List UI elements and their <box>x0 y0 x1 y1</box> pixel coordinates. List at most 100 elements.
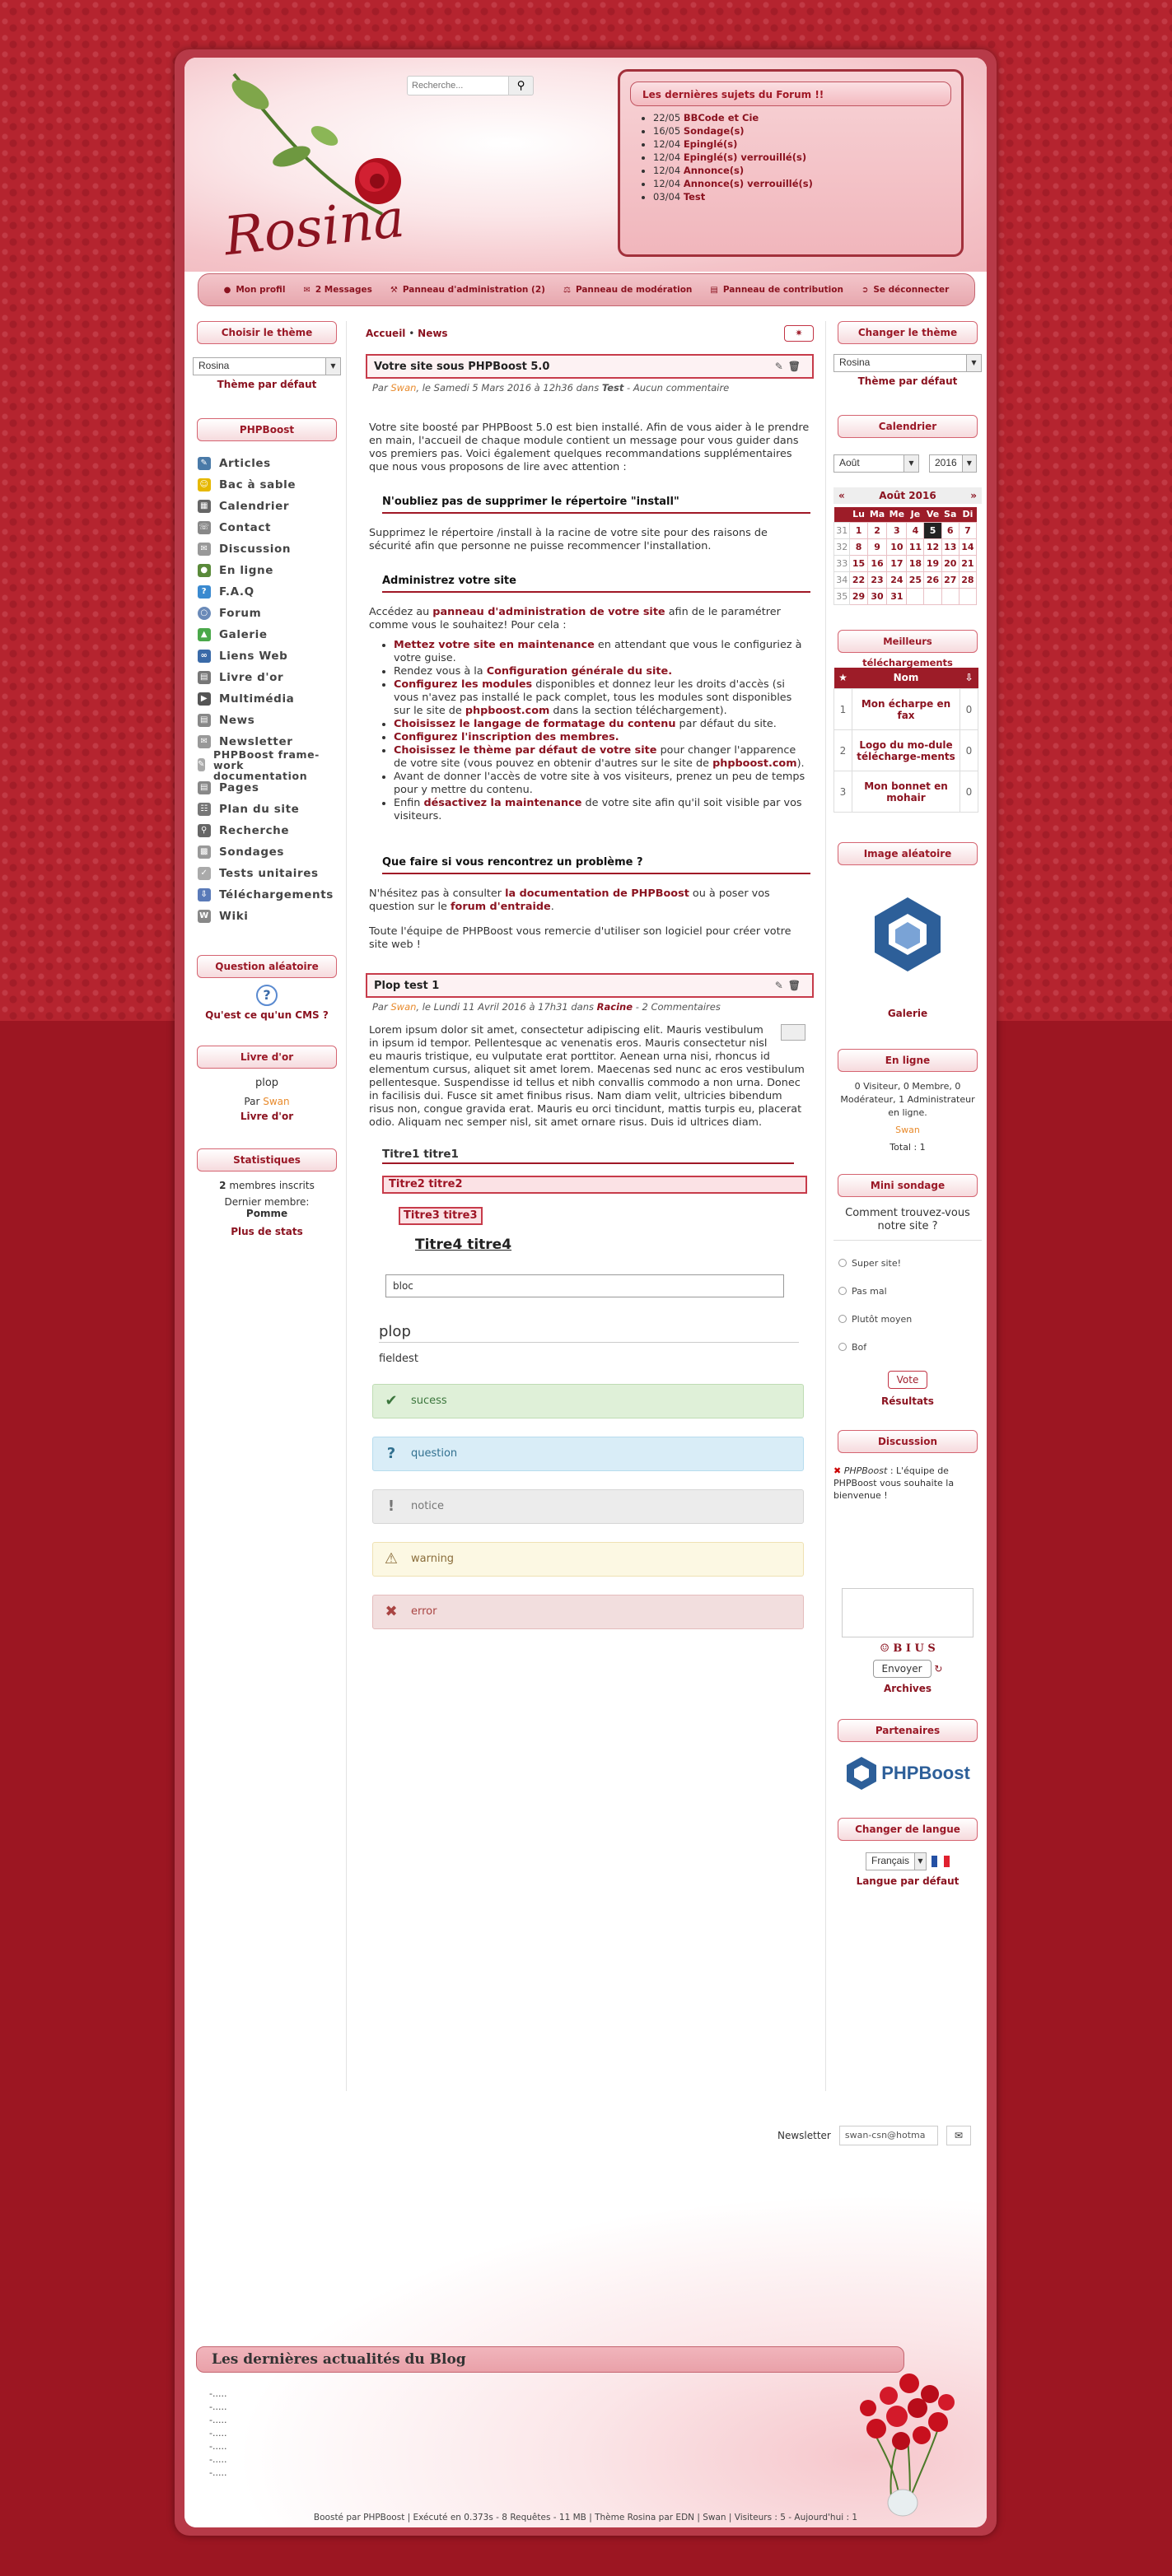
menu-item-wiki[interactable]: W Wiki <box>198 906 341 927</box>
menu-item-gallery[interactable]: ▲ Galerie <box>198 624 341 645</box>
menu-item-articles[interactable]: ✎ Articles <box>198 453 341 474</box>
blog-item[interactable]: -..... <box>209 2440 226 2453</box>
discussion-input[interactable] <box>842 1588 974 1637</box>
random-image[interactable] <box>833 893 982 978</box>
poll-option[interactable]: Super site! <box>838 1249 982 1277</box>
theme-default-link[interactable]: Thème par défaut <box>858 375 958 387</box>
calendar-day[interactable]: 21 <box>958 554 978 572</box>
calendar-day[interactable]: 23 <box>866 571 888 589</box>
author-link[interactable]: Swan <box>390 1001 416 1013</box>
calendar-day[interactable]: 9 <box>866 538 888 556</box>
format-toolbar[interactable]: ☺ B I U S <box>833 1642 982 1655</box>
download-link[interactable]: Logo du mo-dule télécharge-ments <box>852 729 960 771</box>
calendar-day[interactable]: 10 <box>886 538 908 556</box>
forum-topic-link[interactable]: Sondage(s) <box>684 125 745 137</box>
nav-messages[interactable]: ✉ 2 Messages <box>303 285 371 295</box>
documentation-link[interactable]: la documentation de PHPBoost <box>505 887 689 900</box>
newsletter-email-input[interactable]: swan-csn@hotma <box>838 2126 938 2145</box>
calendar-day[interactable]: 2 <box>866 521 888 539</box>
calendar-day[interactable]: 6 <box>941 521 960 539</box>
prev-month-button[interactable]: « <box>838 490 845 501</box>
blog-item[interactable]: -..... <box>209 2414 226 2427</box>
blog-item[interactable]: -..... <box>209 2427 226 2440</box>
calendar-day[interactable]: 11 <box>906 538 925 556</box>
gallery-link[interactable]: Galerie <box>888 1008 927 1019</box>
author-link[interactable]: Swan <box>390 382 416 394</box>
menu-item-weblinks[interactable]: ∞ Liens Web <box>198 645 341 667</box>
menu-item-online[interactable]: ● En ligne <box>198 560 341 581</box>
menu-item-contact[interactable]: ☏ Contact <box>198 517 341 538</box>
calendar-day[interactable]: 19 <box>923 554 942 572</box>
question-link[interactable]: Qu'est ce qu'un CMS ? <box>205 1009 329 1021</box>
stats-last-name[interactable]: Pomme <box>193 1208 341 1219</box>
link[interactable]: Configuration générale du site. <box>487 665 672 678</box>
link[interactable]: Configurez l'inscription des membres. <box>394 731 619 743</box>
menu-item-guestbook[interactable]: ▤ Livre d'or <box>198 667 341 688</box>
calendar-day[interactable]: 20 <box>941 554 960 572</box>
calendar-day[interactable]: 26 <box>923 571 942 589</box>
menu-item-tests[interactable]: ✓ Tests unitaires <box>198 863 341 884</box>
calendar-day[interactable]: 12 <box>923 538 942 556</box>
poll-option[interactable]: Bof <box>838 1333 982 1361</box>
calendar-day[interactable]: 7 <box>958 521 978 539</box>
nav-contribution[interactable]: ▤ Panneau de contribution <box>710 285 843 295</box>
stats-more-link[interactable]: Plus de stats <box>231 1226 303 1237</box>
blog-item[interactable]: -..... <box>209 2387 226 2401</box>
nav-moderation[interactable]: ⚖ Panneau de modération <box>563 285 692 295</box>
forum-topic-link[interactable]: Epinglé(s) <box>684 138 738 150</box>
newsletter-submit-button[interactable]: ✉ <box>946 2126 971 2145</box>
menu-item-search[interactable]: ⚲ Recherche <box>198 820 341 841</box>
link[interactable]: Choisissez le langage de formatage du co… <box>394 718 675 730</box>
blog-item[interactable]: -..... <box>209 2467 226 2480</box>
blog-item[interactable]: -..... <box>209 2453 226 2467</box>
online-user[interactable]: Swan <box>833 1125 982 1135</box>
search-input[interactable] <box>407 76 509 95</box>
poll-option[interactable]: Pas mal <box>838 1277 982 1305</box>
calendar-day[interactable]: 27 <box>941 571 960 589</box>
link[interactable]: Mettez votre site en maintenance <box>394 639 595 651</box>
calendar-day[interactable]: 31 <box>886 587 908 605</box>
radio-button[interactable] <box>838 1343 847 1351</box>
settings-button[interactable]: ✷ <box>784 325 814 342</box>
next-month-button[interactable]: » <box>970 490 977 501</box>
theme-select[interactable]: Rosina ▼ <box>833 354 982 372</box>
menu-item-forum[interactable]: ○ Forum <box>198 603 341 624</box>
menu-item-sandbox[interactable]: ☺ Bac à sable <box>198 474 341 496</box>
calendar-day[interactable]: 18 <box>906 554 925 572</box>
delete-icon[interactable]: ✖ <box>833 1465 841 1476</box>
archives-link[interactable]: Archives <box>884 1683 932 1694</box>
nav-profile[interactable]: ● Mon profil <box>224 285 286 295</box>
blog-item[interactable]: -..... <box>209 2401 226 2414</box>
menu-item-doc[interactable]: ✎ PHPBoost frame-work documentation <box>198 749 341 781</box>
search-button[interactable]: ⚲ <box>509 76 534 95</box>
theme-select[interactable]: Rosina ▼ <box>193 357 341 375</box>
menu-item-discussion[interactable]: ✉ Discussion <box>198 538 341 560</box>
calendar-day[interactable]: 16 <box>866 554 888 572</box>
refresh-icon[interactable]: ↻ <box>934 1663 942 1675</box>
edit-icon[interactable]: ✎ <box>775 361 788 372</box>
meta-comments[interactable]: - Aucun commentaire <box>627 382 729 394</box>
poll-option[interactable]: Plutôt moyen <box>838 1305 982 1333</box>
menu-item-downloads[interactable]: ⇩ Téléchargements <box>198 884 341 906</box>
article-title[interactable]: Votre site sous PHPBoost 5.0 <box>374 361 549 373</box>
download-link[interactable]: Mon écharpe en fax <box>852 688 960 730</box>
calendar-day[interactable]: 13 <box>941 538 960 556</box>
nav-logout[interactable]: ➲ Se déconnecter <box>861 285 949 295</box>
calendar-day[interactable]: 25 <box>906 571 925 589</box>
calendar-day[interactable]: 22 <box>849 571 868 589</box>
edit-icon[interactable]: ✎ <box>775 980 788 991</box>
language-select[interactable]: Français ▼ <box>866 1852 927 1870</box>
forum-link[interactable]: forum d'entraide <box>451 901 551 913</box>
calendar-day[interactable]: 28 <box>958 571 978 589</box>
guestbook-link[interactable]: Livre d'or <box>240 1111 293 1122</box>
calendar-day[interactable]: 4 <box>906 521 925 539</box>
radio-button[interactable] <box>838 1259 847 1267</box>
link[interactable]: Choisissez le thème par défaut de votre … <box>394 744 656 757</box>
results-link[interactable]: Résultats <box>881 1395 934 1407</box>
guestbook-user[interactable]: Swan <box>263 1096 289 1107</box>
calendar-day[interactable]: 29 <box>849 587 868 605</box>
breadcrumb-home[interactable]: Accueil <box>366 328 405 339</box>
language-default-link[interactable]: Langue par défaut <box>857 1875 960 1887</box>
calendar-day[interactable]: 17 <box>886 554 908 572</box>
calendar-day[interactable]: 30 <box>866 587 888 605</box>
